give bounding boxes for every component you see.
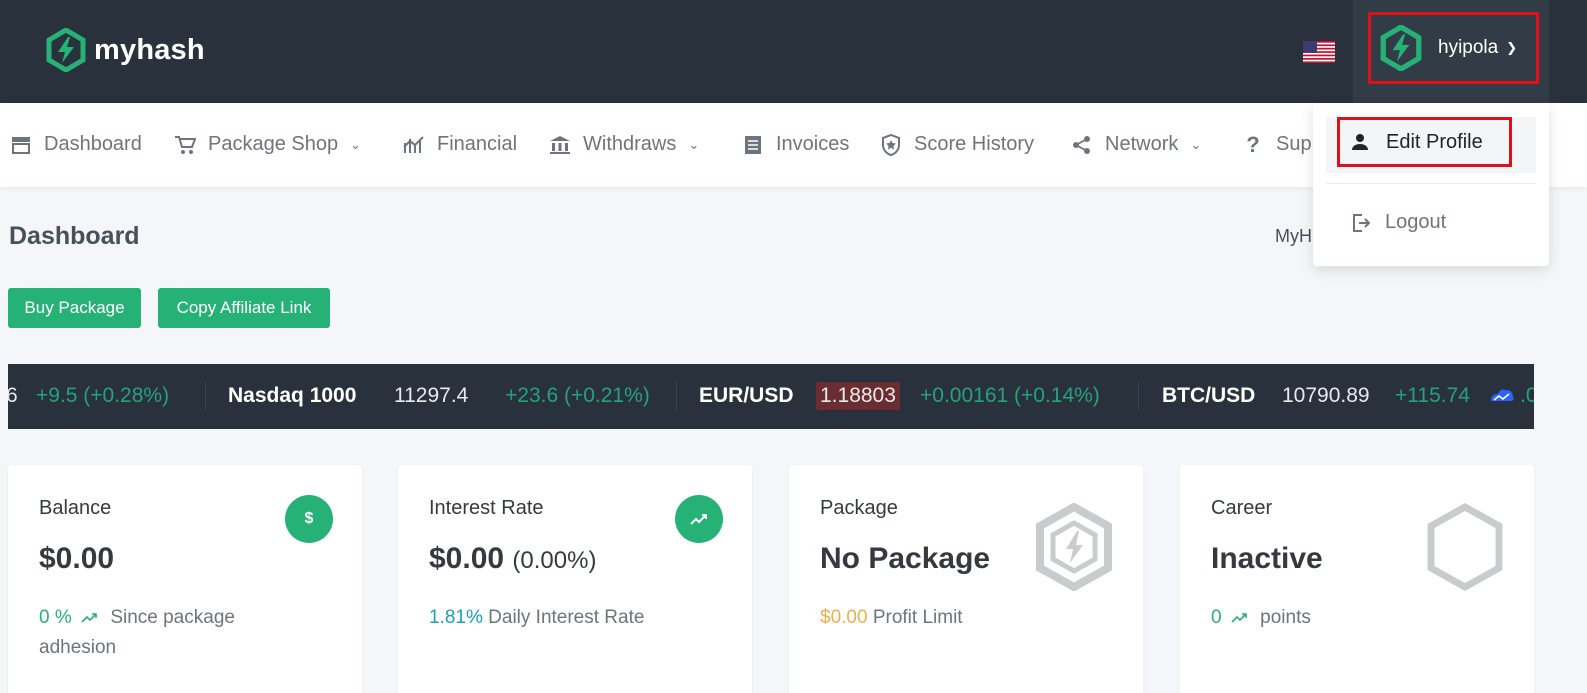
ticker-price: 11297.4 [394, 384, 469, 407]
brand-name: myhash [94, 33, 205, 66]
ticker-trail: .0 [1520, 384, 1534, 407]
career-card: Career Inactive 0 points [1180, 465, 1534, 693]
copy-affiliate-link-button[interactable]: Copy Affiliate Link [158, 288, 330, 328]
ticker-change: +115.74 [1395, 384, 1470, 407]
card-label: Career [1211, 497, 1273, 519]
share-icon [1071, 134, 1093, 156]
edit-profile-menu-item[interactable]: Edit Profile [1337, 117, 1512, 167]
question-icon: ? [1246, 131, 1260, 157]
card-subtext: 0 % Since package adhesion [39, 603, 235, 663]
chevron-down-icon: ⌄ [688, 136, 700, 152]
ticker-separator [676, 382, 677, 410]
nav-item-financial[interactable]: Financial [403, 133, 517, 156]
hexagon-icon [1427, 503, 1503, 591]
user-dropdown-menu: Edit Profile Logout [1313, 103, 1549, 266]
user-menu-toggle[interactable]: hyipola ❯ [1368, 12, 1539, 84]
nav-item-withdraws[interactable]: Withdraws ⌄ [549, 133, 699, 156]
card-subtext: 1.81% Daily Interest Rate [429, 607, 645, 628]
card-subtext: 0 points [1211, 603, 1311, 633]
card-label: Package [820, 497, 898, 519]
user-icon [1352, 134, 1368, 150]
ticker-separator [205, 382, 206, 410]
market-ticker[interactable]: 6 +9.5 (+0.28%) Nasdaq 1000 11297.4 +23.… [8, 364, 1534, 429]
chart-icon [403, 134, 425, 156]
interest-rate-card: Interest Rate $0.00 (0.00%) 1.81% Daily … [398, 465, 752, 693]
cart-icon [174, 134, 196, 156]
ticker-change: +0.00161 (+0.14%) [920, 384, 1100, 407]
nav-item-network[interactable]: Network ⌄ [1071, 133, 1201, 156]
brand-logo[interactable]: myhash [46, 28, 205, 72]
nav-item-package-shop[interactable]: Package Shop ⌄ [174, 133, 361, 156]
nav-item-invoices[interactable]: Invoices [742, 133, 849, 156]
us-flag-icon[interactable] [1303, 41, 1335, 63]
ticker-price: 10790.89 [1282, 384, 1370, 407]
dollar-icon: $ [285, 495, 333, 543]
logout-menu-item[interactable]: Logout [1351, 211, 1446, 234]
nav-item-score-history[interactable]: Score History [880, 133, 1034, 156]
ticker-symbol[interactable]: BTC/USD [1162, 384, 1255, 408]
ticker-change: +9.5 (+0.28%) [36, 384, 170, 407]
user-avatar-icon [1380, 25, 1422, 71]
card-subtext: $0.00 Profit Limit [820, 607, 963, 628]
ticker-symbol[interactable]: EUR/USD [699, 384, 794, 408]
nav-item-dashboard[interactable]: Dashboard [10, 133, 142, 156]
invoice-icon [742, 134, 764, 156]
chevron-down-icon: ⌄ [350, 136, 362, 152]
breadcrumb[interactable]: MyH [1275, 226, 1312, 247]
card-value: Inactive [1211, 542, 1323, 575]
trending-up-icon [675, 495, 723, 543]
ticker-value: 6 [8, 384, 18, 407]
card-value: $0.00 [39, 542, 115, 575]
chevron-down-icon: ❯ [1506, 40, 1518, 55]
username: hyipola [1438, 37, 1499, 58]
card-label: Balance [39, 497, 112, 519]
myhash-logo-icon [46, 28, 86, 72]
top-bar: myhash hyipola ❯ [0, 0, 1587, 103]
page-title: Dashboard [9, 222, 140, 250]
card-label: Interest Rate [429, 497, 544, 519]
nav-item-support[interactable]: ? Sup [1242, 131, 1311, 157]
ticker-separator [1138, 382, 1139, 410]
balance-card: Balance $ $0.00 0 % Since package adhesi… [8, 465, 362, 693]
buy-package-button[interactable]: Buy Package [8, 288, 141, 328]
tradingview-logo-icon[interactable] [1488, 386, 1516, 404]
package-card: Package No Package $0.00 Profit Limit [789, 465, 1143, 693]
shield-star-icon [880, 133, 902, 156]
logout-icon [1353, 213, 1371, 232]
storefront-icon [10, 134, 32, 156]
trending-up-icon [1231, 603, 1247, 633]
dropdown-divider [1326, 183, 1536, 184]
hexagon-logo-icon [1036, 503, 1112, 591]
ticker-symbol[interactable]: Nasdaq 1000 [228, 384, 356, 408]
card-value: No Package [820, 542, 991, 575]
bank-icon [549, 134, 571, 156]
trending-up-icon [81, 603, 97, 633]
card-value: $0.00 (0.00%) [429, 542, 597, 575]
ticker-price: 1.18803 [816, 382, 900, 410]
ticker-change: +23.6 (+0.21%) [505, 384, 650, 407]
chevron-down-icon: ⌄ [1190, 136, 1202, 152]
